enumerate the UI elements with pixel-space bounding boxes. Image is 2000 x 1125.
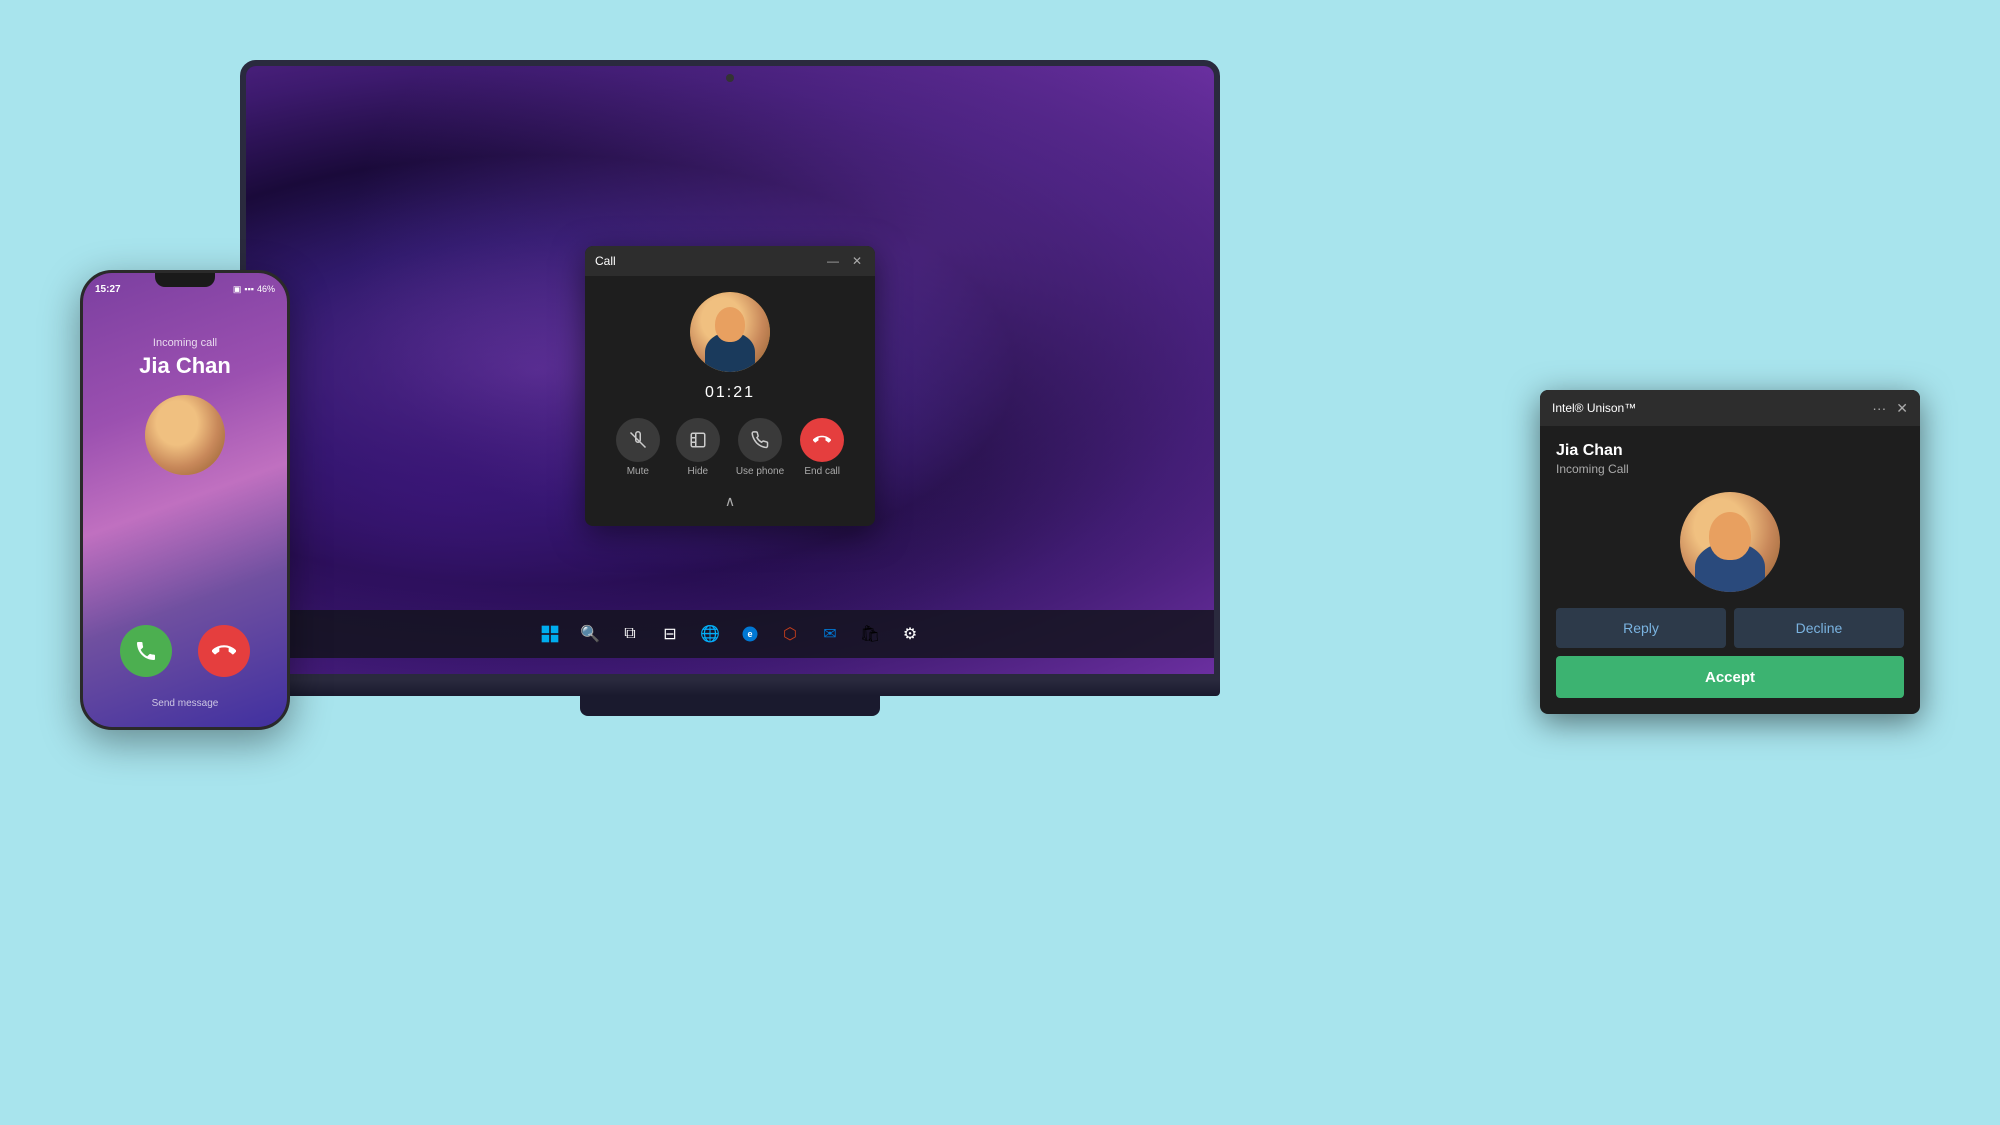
decline-button[interactable]: Decline	[1734, 608, 1904, 648]
phone: 15:27 ▣ ▪▪▪ 46% Incoming call Jia Chan	[80, 270, 290, 730]
phone-avatar-image	[145, 395, 225, 475]
close-button[interactable]: ✕	[849, 253, 865, 269]
laptop-screen: Call — ✕ 01:21	[246, 66, 1214, 674]
unison-title: Intel® Unison™	[1552, 401, 1636, 415]
taskbar-office-icon[interactable]: ⬡	[774, 618, 806, 650]
unison-action-buttons: Reply Decline	[1556, 608, 1904, 648]
hide-button[interactable]: Hide	[676, 418, 720, 477]
collapse-chevron[interactable]: ∧	[725, 493, 735, 510]
mute-icon	[616, 418, 660, 462]
taskbar-task-view-icon[interactable]: ⧉	[614, 618, 646, 650]
use-phone-label: Use phone	[736, 466, 784, 477]
use-phone-button[interactable]: Use phone	[736, 418, 784, 477]
laptop-camera	[726, 74, 734, 82]
phone-accept-button[interactable]	[120, 625, 172, 677]
unison-titlebar: Intel® Unison™ ··· ✕	[1540, 390, 1920, 426]
use-phone-icon	[738, 418, 782, 462]
phone-actions	[83, 625, 287, 677]
phone-caller-name: Jia Chan	[139, 353, 231, 379]
call-window-content: 01:21 Mute	[585, 276, 875, 526]
phone-decline-button[interactable]	[198, 625, 250, 677]
taskbar: 🔍 ⧉ ⊟ 🌐 e ⬡ ✉ 🛍 ⚙	[246, 610, 1214, 658]
taskbar-search-icon[interactable]: 🔍	[574, 618, 606, 650]
call-window-titlebar: Call — ✕	[585, 246, 875, 276]
taskbar-mail-icon[interactable]: ✉	[814, 618, 846, 650]
reply-button[interactable]: Reply	[1556, 608, 1726, 648]
caller-avatar	[690, 292, 770, 372]
hide-icon	[676, 418, 720, 462]
caller-avatar-face	[690, 292, 770, 372]
phone-notch	[155, 273, 215, 287]
laptop: Call — ✕ 01:21	[240, 60, 1220, 740]
taskbar-browser-icon[interactable]: 🌐	[694, 618, 726, 650]
taskbar-edge-icon[interactable]: e	[734, 618, 766, 650]
taskbar-settings-icon[interactable]: ⚙	[894, 618, 926, 650]
taskbar-store-icon[interactable]: 🛍	[854, 618, 886, 650]
unison-call-status: Incoming Call	[1556, 462, 1904, 476]
unison-panel: Intel® Unison™ ··· ✕ Jia Chan Incoming C…	[1540, 390, 1920, 714]
end-call-icon	[800, 418, 844, 462]
phone-wifi-icon: ▣	[233, 284, 242, 295]
hide-label: Hide	[688, 466, 709, 477]
unison-avatar	[1680, 492, 1780, 592]
mute-label: Mute	[627, 466, 649, 477]
phone-time: 15:27	[95, 284, 121, 295]
phone-battery-icon: 46%	[257, 284, 275, 294]
svg-text:e: e	[747, 629, 752, 639]
end-call-button[interactable]: End call	[800, 418, 844, 477]
phone-avatar	[145, 395, 225, 475]
call-window-title: Call	[595, 254, 616, 268]
call-timer: 01:21	[705, 384, 755, 402]
phone-status-icons: ▣ ▪▪▪ 46%	[233, 284, 275, 295]
unison-more-button[interactable]: ···	[1872, 400, 1886, 416]
mute-button[interactable]: Mute	[616, 418, 660, 477]
laptop-stand	[580, 696, 880, 716]
unison-caller-name: Jia Chan	[1556, 442, 1904, 460]
call-window: Call — ✕ 01:21	[585, 246, 875, 526]
minimize-button[interactable]: —	[825, 253, 841, 269]
unison-body: Jia Chan Incoming Call Reply Decline Acc…	[1540, 426, 1920, 714]
unison-controls: ··· ✕	[1872, 400, 1908, 417]
call-window-controls: — ✕	[825, 253, 865, 269]
call-actions: Mute Hide	[616, 418, 844, 477]
unison-close-button[interactable]: ✕	[1896, 400, 1908, 417]
taskbar-widgets-icon[interactable]: ⊟	[654, 618, 686, 650]
accept-button[interactable]: Accept	[1556, 656, 1904, 698]
phone-send-message[interactable]: Send message	[152, 698, 219, 709]
phone-signal-icon: ▪▪▪	[244, 284, 254, 294]
taskbar-windows-icon[interactable]	[534, 618, 566, 650]
end-call-label: End call	[804, 466, 840, 477]
laptop-body: Call — ✕ 01:21	[240, 60, 1220, 680]
phone-screen: 15:27 ▣ ▪▪▪ 46% Incoming call Jia Chan	[83, 273, 287, 727]
laptop-base	[240, 680, 1220, 696]
phone-incoming-label: Incoming call	[153, 337, 217, 349]
